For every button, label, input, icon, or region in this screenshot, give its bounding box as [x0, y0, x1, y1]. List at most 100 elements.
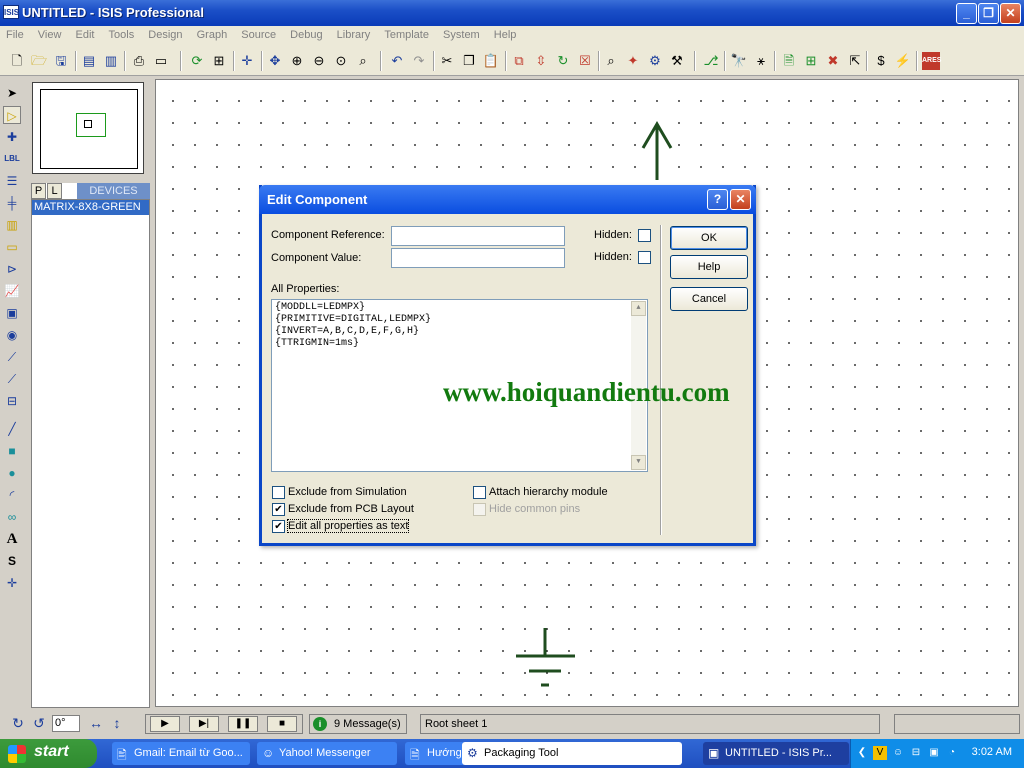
- save-icon[interactable]: 🖫: [52, 52, 70, 70]
- zoom-in-icon[interactable]: ⊕: [288, 52, 306, 70]
- block-copy-icon[interactable]: ⧉: [510, 52, 528, 70]
- subcircuit-icon[interactable]: ▥: [3, 216, 21, 234]
- box-icon[interactable]: ■: [3, 442, 21, 460]
- ok-button[interactable]: OK: [670, 226, 748, 250]
- graph-icon[interactable]: 📈: [3, 282, 21, 300]
- search-tag-icon[interactable]: 🔭: [730, 52, 748, 70]
- path-icon[interactable]: ∞: [3, 508, 21, 526]
- start-button[interactable]: start: [0, 739, 97, 768]
- reference-hidden-checkbox[interactable]: [638, 229, 651, 242]
- pause-icon[interactable]: ❚❚: [228, 716, 258, 732]
- print-icon[interactable]: ⎙: [130, 52, 148, 70]
- zoom-all-icon[interactable]: ⊙: [332, 52, 350, 70]
- zoom-out-icon[interactable]: ⊖: [310, 52, 328, 70]
- menu-library[interactable]: Library: [331, 26, 376, 41]
- close-button[interactable]: ✕: [1000, 3, 1021, 24]
- edit-as-text-checkbox[interactable]: ✔: [272, 520, 285, 533]
- circle-icon[interactable]: ●: [3, 464, 21, 482]
- menu-help[interactable]: Help: [488, 26, 522, 41]
- menu-design[interactable]: Design: [142, 26, 187, 41]
- line-icon[interactable]: ╱: [3, 420, 21, 438]
- task-packaging-tool[interactable]: ⚙ Packaging Tool: [462, 742, 682, 765]
- menu-edit[interactable]: Edit: [70, 26, 100, 41]
- netlist-to-ares-icon[interactable]: ARES: [922, 52, 941, 70]
- scroll-down-icon[interactable]: ▼: [631, 455, 646, 470]
- menu-debug[interactable]: Debug: [284, 26, 327, 41]
- new-sheet-icon[interactable]: 🗎: [780, 52, 798, 70]
- wire-autorouter-icon[interactable]: ⎇: [702, 52, 720, 70]
- add-sheet-icon[interactable]: ⊞: [802, 52, 820, 70]
- dialog-close-button[interactable]: ✕: [730, 189, 751, 210]
- virtual-instrument-icon[interactable]: ⊟: [3, 392, 21, 410]
- help-button[interactable]: Help: [670, 255, 748, 279]
- minimize-button[interactable]: _: [956, 3, 977, 24]
- cut-icon[interactable]: ✂: [438, 52, 456, 70]
- new-file-icon[interactable]: 🗋: [8, 52, 26, 70]
- block-move-icon[interactable]: ⇳: [532, 52, 550, 70]
- mirror-vertical-icon[interactable]: ↕: [109, 715, 125, 731]
- value-hidden-checkbox[interactable]: [638, 251, 651, 264]
- tray-expand-icon[interactable]: ❮: [855, 746, 869, 760]
- menu-source[interactable]: Source: [235, 26, 281, 41]
- tray-display-icon[interactable]: ▣: [927, 746, 941, 760]
- rotate-clockwise-icon[interactable]: ↻: [10, 715, 26, 731]
- paste-icon[interactable]: 📋: [482, 52, 500, 70]
- block-delete-icon[interactable]: ☒: [576, 52, 594, 70]
- menu-graph[interactable]: Graph: [191, 26, 233, 41]
- exit-to-parent-icon[interactable]: ⇱: [846, 52, 864, 70]
- task-gmail[interactable]: 🖹 Gmail: Email từ Goo...: [112, 742, 250, 765]
- block-rotate-icon[interactable]: ↻: [554, 52, 572, 70]
- menu-file[interactable]: File: [0, 26, 29, 41]
- mirror-horizontal-icon[interactable]: ↔: [88, 715, 104, 731]
- undo-icon[interactable]: ↶: [388, 52, 406, 70]
- step-icon[interactable]: ▶|: [189, 716, 219, 732]
- maximize-button[interactable]: ❐: [978, 3, 999, 24]
- electrical-rules-icon[interactable]: ⚡: [894, 52, 912, 70]
- arc-icon[interactable]: ◜: [3, 486, 21, 504]
- component-value-input[interactable]: [391, 248, 565, 268]
- bus-icon[interactable]: ╪: [3, 194, 21, 212]
- tray-messenger-icon[interactable]: ☺: [891, 746, 905, 760]
- import-icon[interactable]: ▤: [80, 52, 98, 70]
- overview-window[interactable]: [32, 82, 144, 174]
- rotate-anticlockwise-icon[interactable]: ↺: [31, 715, 47, 731]
- tray-app-icon[interactable]: V: [873, 746, 887, 760]
- device-list-item[interactable]: MATRIX-8X8-GREEN: [32, 200, 149, 215]
- attach-hierarchy-checkbox[interactable]: [473, 486, 486, 499]
- packaging-tool-icon[interactable]: ⚙: [646, 52, 664, 70]
- terminal-icon[interactable]: ▭: [3, 238, 21, 256]
- component-reference-input[interactable]: [391, 226, 565, 246]
- pan-icon[interactable]: ✥: [266, 52, 284, 70]
- origin-icon[interactable]: ✛: [238, 52, 256, 70]
- menu-view[interactable]: View: [32, 26, 67, 41]
- refresh-icon[interactable]: ⟳: [188, 52, 206, 70]
- property-tool-icon[interactable]: ⚹: [752, 52, 770, 70]
- task-yahoo-messenger[interactable]: ☺ Yahoo! Messenger: [257, 742, 397, 765]
- play-icon[interactable]: ▶: [150, 716, 180, 732]
- menu-template[interactable]: Template: [378, 26, 434, 41]
- device-list[interactable]: MATRIX-8X8-GREEN: [31, 199, 150, 708]
- grid-icon[interactable]: ⊞: [210, 52, 228, 70]
- redo-icon[interactable]: ↷: [410, 52, 428, 70]
- library-manager-button[interactable]: L: [47, 183, 62, 199]
- wire-label-icon[interactable]: LBL: [3, 150, 21, 168]
- tray-volume-icon[interactable]: ◔: [945, 746, 959, 760]
- tape-recorder-icon[interactable]: ▣: [3, 304, 21, 322]
- text-icon[interactable]: A: [3, 530, 21, 548]
- symbol-icon[interactable]: S: [3, 552, 21, 570]
- component-mode-icon[interactable]: ▷: [3, 106, 21, 124]
- pick-devices-button[interactable]: P: [31, 183, 46, 199]
- tray-network-icon[interactable]: ⊟: [909, 746, 923, 760]
- device-pin-icon[interactable]: ⊳: [3, 260, 21, 278]
- zoom-area-icon[interactable]: ⌕: [354, 52, 372, 70]
- voltage-probe-icon[interactable]: ⟋: [3, 348, 21, 366]
- pick-device-icon[interactable]: ⌕: [602, 52, 620, 70]
- stop-icon[interactable]: ■: [267, 716, 297, 732]
- task-document[interactable]: 🗎 Hướng: [405, 742, 465, 765]
- generator-icon[interactable]: ◉: [3, 326, 21, 344]
- decompose-icon[interactable]: ⚒: [668, 52, 686, 70]
- print-area-icon[interactable]: ▭: [152, 52, 170, 70]
- copy-icon[interactable]: ❐: [460, 52, 478, 70]
- messages-indicator[interactable]: i 9 Message(s): [309, 714, 407, 734]
- bill-of-materials-icon[interactable]: $: [872, 52, 890, 70]
